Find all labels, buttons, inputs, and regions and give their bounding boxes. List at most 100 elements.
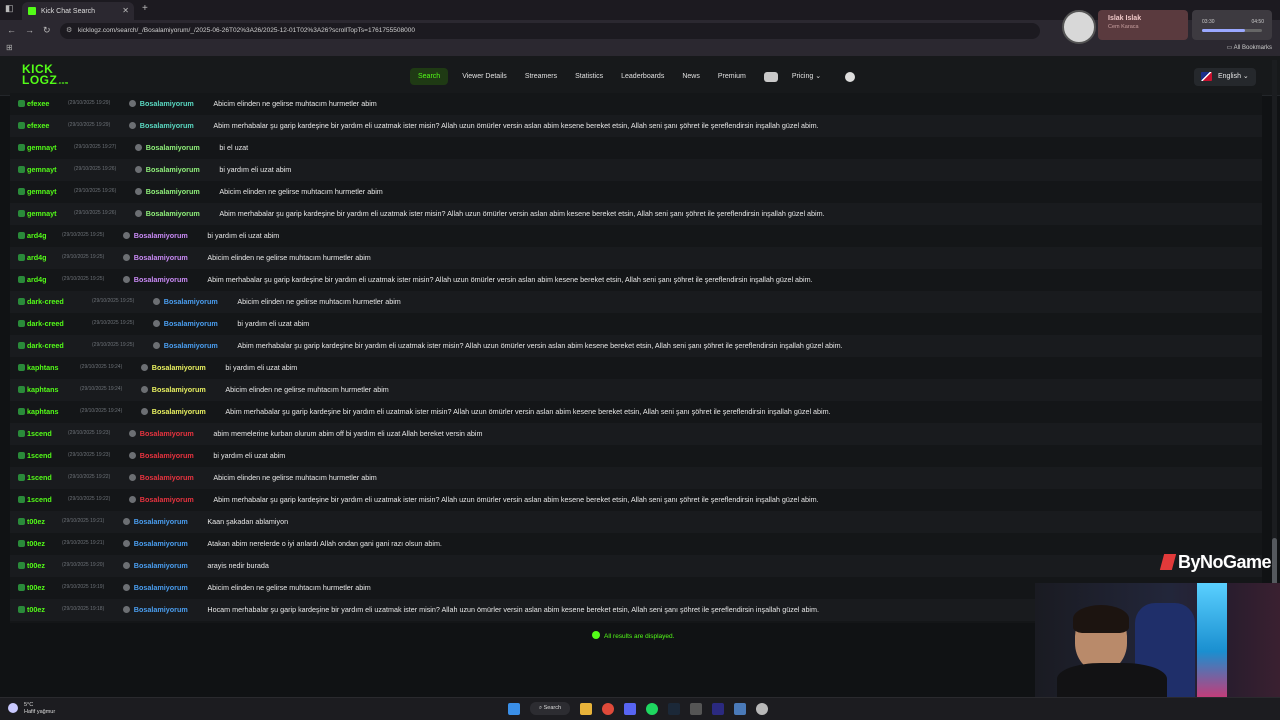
chat-channel[interactable]: Bosalamiyorum (140, 99, 194, 108)
url-field[interactable]: ⚙ kicklogz.com/search/_/Bosalamiyorum/_/… (60, 23, 1040, 39)
chat-row: ard4g (29/10/2025 19:25) Bosalamiyorum bi y… (10, 225, 1262, 247)
chat-channel[interactable]: Bosalamiyorum (146, 209, 200, 218)
chat-row: 1scend (29/10/2025 19:22) Bosalamiyorum Abi… (10, 467, 1262, 489)
discord-icon[interactable] (763, 71, 778, 82)
nav-leaderboards[interactable]: Leaderboards (621, 68, 664, 85)
chat-channel[interactable]: Bosalamiyorum (140, 495, 194, 504)
chat-username[interactable]: t00ez (18, 539, 45, 548)
chat-channel[interactable]: Bosalamiyorum (164, 319, 218, 328)
chat-username[interactable]: t00ez (18, 605, 45, 614)
chat-username[interactable]: kaphtans (18, 363, 59, 372)
nav-pricing[interactable]: Pricing ⌄ (792, 68, 821, 85)
settings-icon[interactable] (734, 702, 746, 715)
chat-message: Abicim elinden ne gelirse muhtacım hurme… (207, 253, 371, 262)
discord-app-icon[interactable] (624, 702, 636, 715)
nav-viewer-details[interactable]: Viewer Details (462, 68, 507, 85)
bynogame-watermark: ByNoGame (1159, 552, 1272, 573)
chat-username[interactable]: kaphtans (18, 407, 59, 416)
chat-channel[interactable]: Bosalamiyorum (146, 187, 200, 196)
chat-username[interactable]: gemnayt (18, 165, 57, 174)
windows-start-icon[interactable] (508, 702, 520, 715)
language-select[interactable]: English ⌄ (1194, 68, 1256, 86)
new-tab-icon[interactable]: + (142, 3, 148, 14)
chat-username[interactable]: t00ez (18, 583, 45, 592)
user-badge-icon (18, 562, 25, 569)
chat-channel[interactable]: Bosalamiyorum (146, 165, 200, 174)
close-tab-icon[interactable]: ✕ (122, 6, 129, 15)
nav-news[interactable]: News (682, 68, 700, 85)
chat-username[interactable]: dark-creed (18, 319, 64, 328)
chat-username[interactable]: 1scend (18, 473, 52, 482)
media-controls[interactable]: 03:30 04:50 (1192, 10, 1272, 40)
chat-username[interactable]: dark-creed (18, 341, 64, 350)
weather-widget[interactable]: 5°C Hafif yağmur (8, 702, 55, 715)
user-account-icon[interactable] (845, 71, 856, 82)
premiere-icon[interactable] (712, 702, 724, 715)
chat-username[interactable]: 1scend (18, 495, 52, 504)
nav-premium[interactable]: Premium (718, 68, 746, 85)
chat-username[interactable]: t00ez (18, 517, 45, 526)
back-icon[interactable]: ← (7, 25, 16, 35)
chat-username[interactable]: gemnayt (18, 209, 57, 218)
chat-channel[interactable]: Bosalamiyorum (134, 231, 188, 240)
chat-channel[interactable]: Bosalamiyorum (140, 473, 194, 482)
all-bookmarks[interactable]: ▭ All Bookmarks (1227, 44, 1272, 51)
chat-channel[interactable]: Bosalamiyorum (152, 363, 206, 372)
chat-channel[interactable]: Bosalamiyorum (152, 385, 206, 394)
chat-channel[interactable]: Bosalamiyorum (134, 583, 188, 592)
chat-channel[interactable]: Bosalamiyorum (140, 451, 194, 460)
chrome-icon[interactable] (602, 702, 614, 715)
steam-icon[interactable] (668, 702, 680, 715)
nav-statistics[interactable]: Statistics (575, 68, 603, 85)
chat-channel[interactable]: Bosalamiyorum (164, 341, 218, 350)
site-info-icon[interactable]: ⚙ (66, 23, 72, 39)
chat-channel[interactable]: Bosalamiyorum (134, 275, 188, 284)
chat-channel[interactable]: Bosalamiyorum (140, 121, 194, 130)
chat-username[interactable]: dark-creed (18, 297, 64, 306)
channel-avatar-icon (122, 562, 130, 569)
chat-channel[interactable]: Bosalamiyorum (134, 561, 188, 570)
chat-username[interactable]: ard4g (18, 231, 47, 240)
chat-channel[interactable]: Bosalamiyorum (146, 143, 200, 152)
chat-channel[interactable]: Bosalamiyorum (134, 539, 188, 548)
chat-log: efexee (29/10/2025 19:29) Bosalamiyorum Abi… (10, 93, 1262, 623)
chat-channel[interactable]: Bosalamiyorum (134, 517, 188, 526)
chat-username[interactable]: t00ez (18, 561, 45, 570)
chat-channel[interactable]: Bosalamiyorum (164, 297, 218, 306)
taskbar-search[interactable]: ⌕ Search (530, 702, 570, 715)
chat-channel[interactable]: Bosalamiyorum (134, 605, 188, 614)
apps-icon[interactable]: ⊞ (6, 43, 13, 52)
obs-icon[interactable] (756, 702, 768, 715)
reload-icon[interactable]: ↻ (43, 25, 51, 36)
chat-username[interactable]: gemnayt (18, 143, 57, 152)
app-icon[interactable] (690, 702, 702, 715)
chat-message: Abicim elinden ne gelirse muhtacım hurme… (225, 385, 389, 394)
chat-username[interactable]: ard4g (18, 253, 47, 262)
spotify-icon[interactable] (646, 702, 658, 715)
forward-icon[interactable]: → (25, 25, 34, 35)
nav-search[interactable]: Search (410, 68, 449, 85)
chat-username-text: 1scend (27, 473, 52, 482)
chat-username[interactable]: 1scend (18, 451, 52, 460)
bynogame-logo-icon (1159, 554, 1177, 570)
file-explorer-icon[interactable] (580, 702, 592, 715)
chat-row: dark-creed (29/10/2025 19:25) Bosalamiyoru… (10, 313, 1262, 335)
tab-menu-icon[interactable]: ◧ (5, 3, 14, 14)
browser-tab[interactable]: Kick Chat Search ✕ (22, 2, 134, 20)
chat-username[interactable]: efexee (18, 99, 49, 108)
chat-channel[interactable]: Bosalamiyorum (134, 253, 188, 262)
chat-username[interactable]: ard4g (18, 275, 47, 284)
kicklogz-logo[interactable]: KICK LOGZ.com (22, 63, 68, 88)
chat-username[interactable]: efexee (18, 121, 49, 130)
chat-channel[interactable]: Bosalamiyorum (152, 407, 206, 416)
chat-username[interactable]: gemnayt (18, 187, 57, 196)
site-header: KICK LOGZ.com Search Viewer Details Stre… (0, 56, 1280, 96)
nav-streamers[interactable]: Streamers (525, 68, 557, 85)
chat-username[interactable]: 1scend (18, 429, 52, 438)
language-label: English (1218, 73, 1241, 80)
chat-message: Hocam merhabalar şu garip kardeşine bir … (207, 605, 820, 614)
chat-channel[interactable]: Bosalamiyorum (140, 429, 194, 438)
elapsed-time: 03:30 (1202, 19, 1215, 25)
media-progress-bar[interactable] (1202, 29, 1262, 32)
chat-username[interactable]: kaphtans (18, 385, 59, 394)
